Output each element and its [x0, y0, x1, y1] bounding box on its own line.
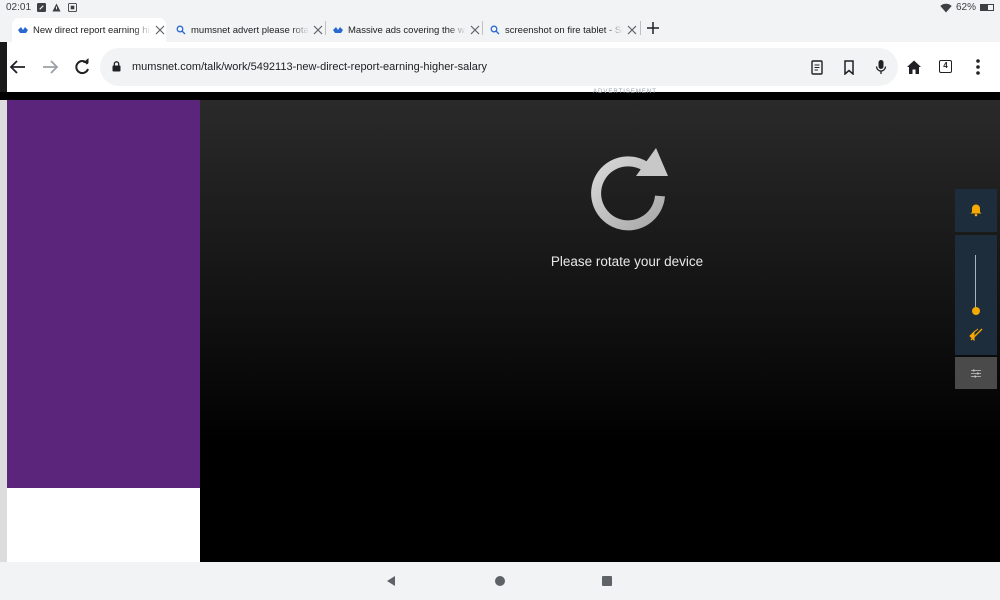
bookmark-icon[interactable] [843, 60, 855, 75]
battery-percent: 62% [955, 2, 976, 13]
video-ad-player[interactable]: Please rotate your device [200, 100, 1000, 562]
volume-slider[interactable] [955, 235, 997, 355]
mumsnet-favicon-icon [18, 27, 28, 33]
tab-separator [640, 21, 641, 35]
close-tab-icon[interactable] [313, 25, 323, 35]
tab-separator [482, 21, 483, 35]
nav-home-icon[interactable] [493, 574, 507, 588]
app-notification-icon [68, 3, 77, 12]
advertisement-label: ADVERTISEMENT [593, 89, 657, 95]
system-nav-bar [0, 562, 1000, 600]
tab-switcher-button[interactable]: 4 [939, 60, 952, 73]
battery-icon [980, 4, 994, 11]
nav-recents-icon[interactable] [600, 574, 614, 588]
tab-title: Massive ads covering the whole page [348, 24, 466, 36]
nav-back-icon[interactable] [384, 574, 398, 588]
new-tab-plus-icon[interactable] [645, 20, 661, 36]
white-page-area [7, 488, 200, 562]
close-tab-icon[interactable] [470, 25, 480, 35]
page-gutter [0, 100, 7, 562]
microphone-icon[interactable] [875, 59, 887, 75]
settings-button[interactable] [955, 357, 997, 389]
tab-mumsnet-advert[interactable]: mumsnet advert please rotate your device [170, 18, 324, 42]
tab-title: screenshot on fire tablet - Search [505, 24, 623, 36]
tab-strip: New direct report earning higher salary … [0, 16, 1000, 42]
browser-toolbar: mumsnet.com/talk/work/5492113-new-direct… [0, 42, 1000, 92]
home-icon[interactable] [904, 57, 924, 77]
purple-ad-panel [7, 100, 200, 488]
mute-icon[interactable] [969, 327, 983, 341]
warning-notification-icon [52, 3, 61, 12]
tab-separator [325, 21, 326, 35]
search-favicon-icon [176, 25, 186, 35]
notification-bell-button[interactable] [955, 189, 997, 232]
tab-screenshot-fire-tablet[interactable]: screenshot on fire tablet - Search [484, 18, 638, 42]
mumsnet-favicon-icon [333, 27, 343, 33]
tab-massive-ads[interactable]: Massive ads covering the whole page [327, 18, 481, 42]
rotate-device-message: Please rotate your device [550, 254, 704, 269]
rotate-device-icon [591, 148, 668, 231]
close-tab-icon[interactable] [155, 25, 165, 35]
close-tab-icon[interactable] [627, 25, 637, 35]
reload-icon[interactable] [72, 57, 92, 77]
search-favicon-icon [490, 25, 500, 35]
reader-mode-icon[interactable] [810, 60, 824, 75]
lock-icon[interactable] [112, 61, 121, 72]
tab-title: mumsnet advert please rotate your device [191, 24, 309, 36]
forward-arrow-icon[interactable] [40, 57, 60, 77]
tab-new-direct-report[interactable]: New direct report earning higher salary [12, 18, 166, 42]
bell-icon [970, 204, 982, 217]
address-bar[interactable]: mumsnet.com/talk/work/5492113-new-direct… [100, 48, 898, 86]
content-top-edge [0, 92, 1000, 100]
back-arrow-icon[interactable] [8, 57, 28, 77]
url-text[interactable]: mumsnet.com/talk/work/5492113-new-direct… [132, 61, 487, 73]
status-bar: 02:01 62% [0, 0, 1000, 16]
status-time: 02:01 [6, 2, 32, 13]
edit-notification-icon [37, 3, 46, 12]
sliders-icon [971, 369, 981, 378]
slider-knob[interactable] [972, 307, 980, 315]
tab-title: New direct report earning higher salary [33, 24, 151, 36]
slider-track[interactable] [975, 255, 976, 310]
more-menu-icon[interactable] [968, 57, 988, 77]
wifi-icon [940, 3, 952, 12]
web-content: Please rotate your device [0, 100, 1000, 562]
